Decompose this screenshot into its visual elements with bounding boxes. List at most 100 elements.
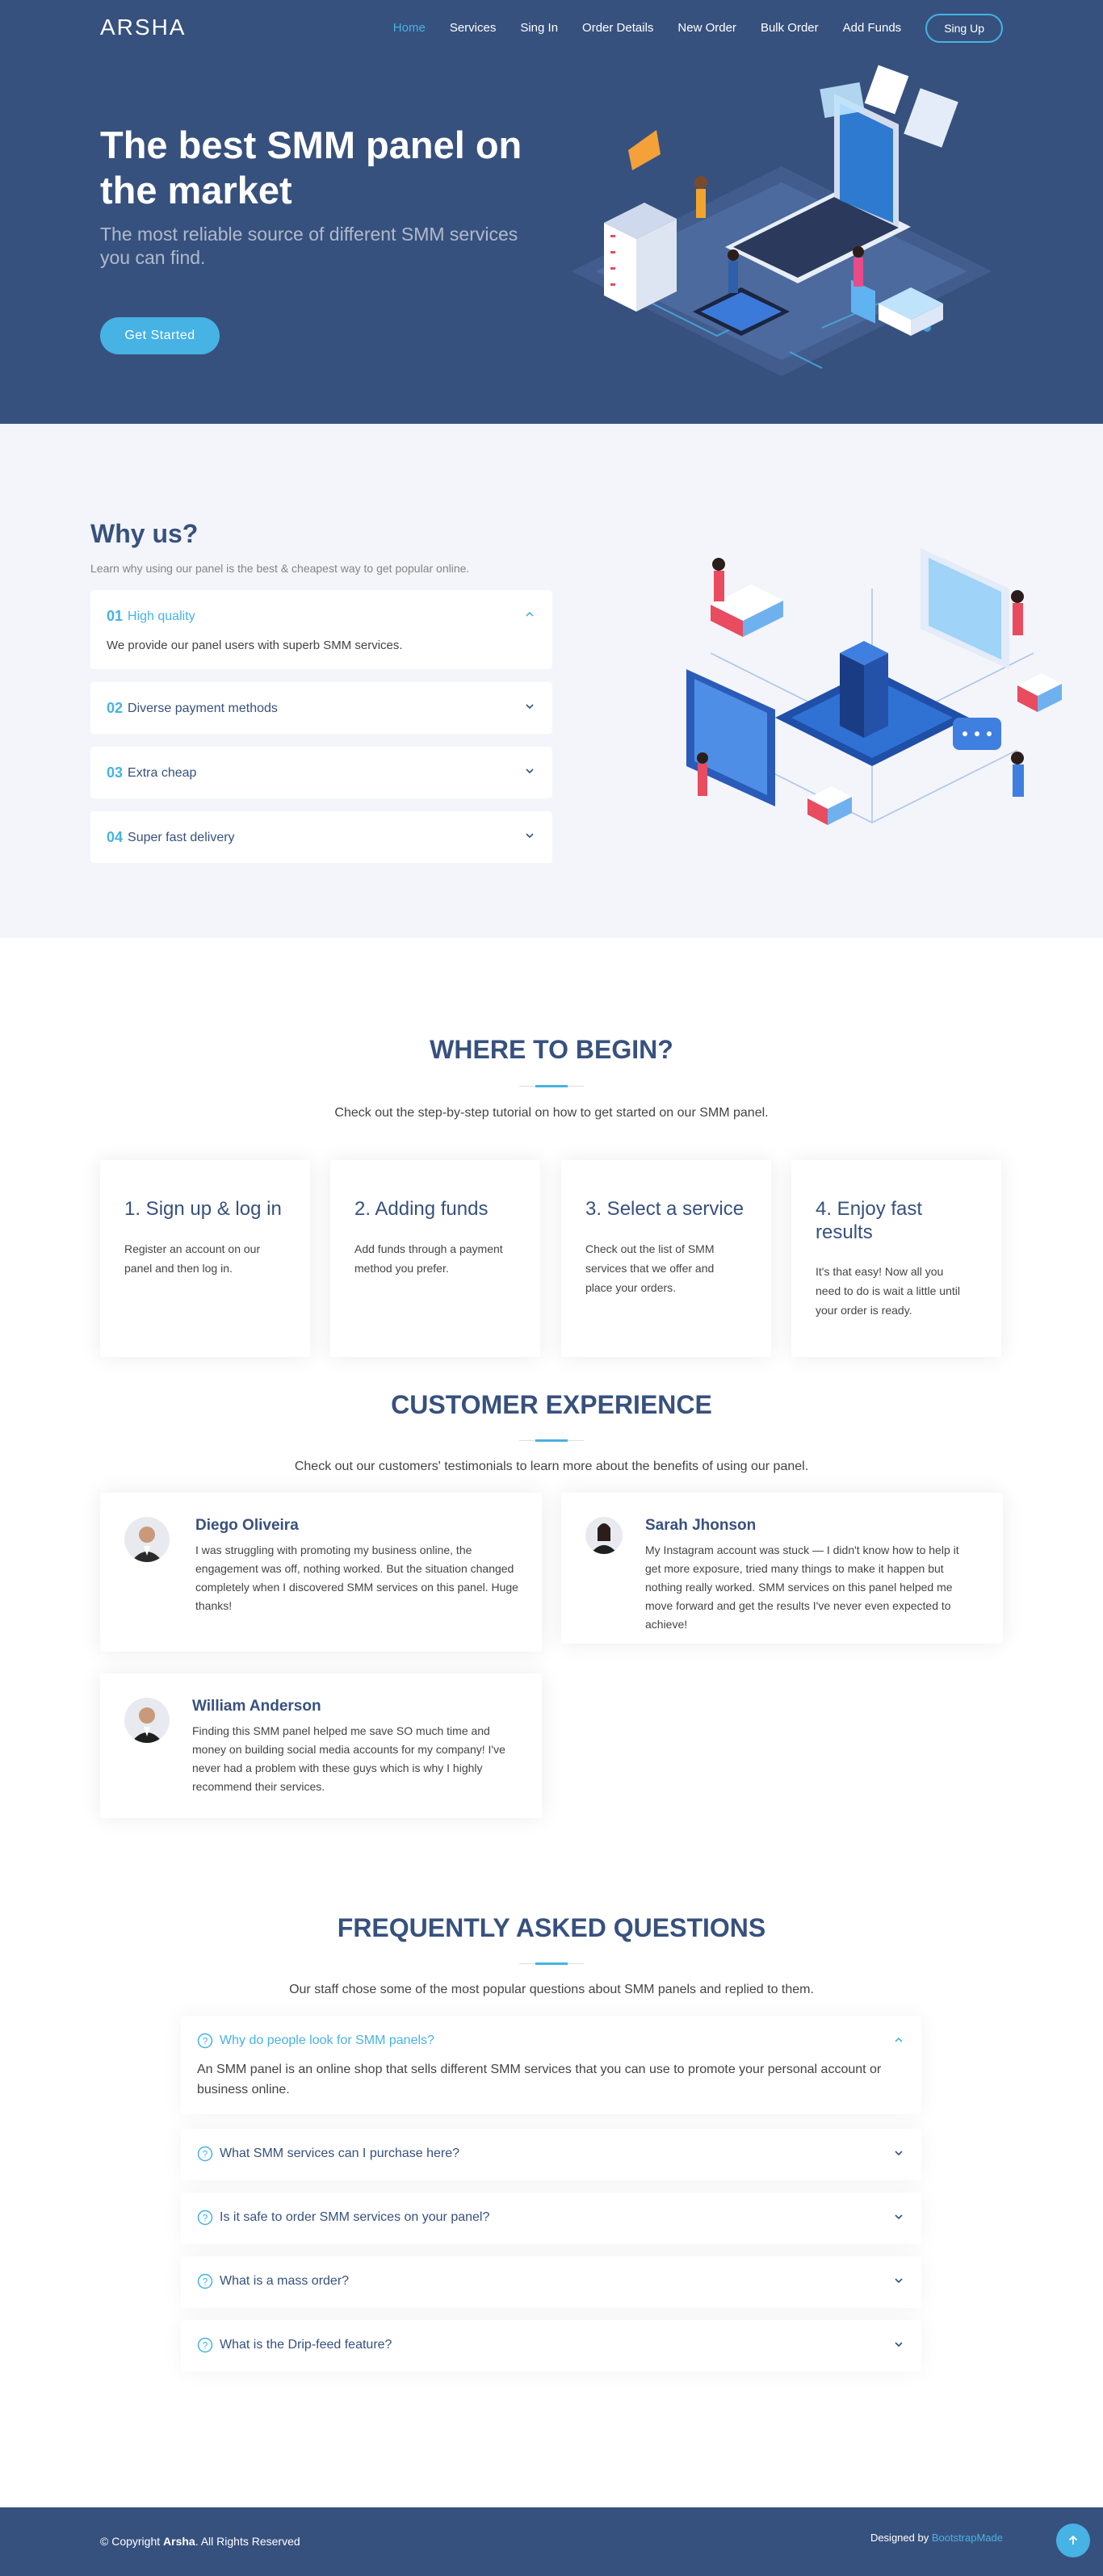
testimonial-name: Diego Oliveira xyxy=(195,1517,299,1534)
faq-question: What is the Drip-feed feature? xyxy=(220,2338,392,2352)
step-body: Register an account on our panel and the… xyxy=(124,1242,261,1275)
step-card-4: 4. Enjoy fast results It's that easy! No… xyxy=(791,1160,1001,1357)
site-footer: © Copyright Arsha. All Rights Reserved D… xyxy=(0,2507,1103,2576)
title-divider xyxy=(519,1962,584,1965)
nav-add-funds[interactable]: Add Funds xyxy=(819,13,902,43)
nav-bulk-order[interactable]: Bulk Order xyxy=(736,13,819,43)
why-item-title: Super fast delivery xyxy=(128,830,235,844)
hero-section: The best SMM panel on the market The mos… xyxy=(0,0,1103,424)
step-card-2: 2. Adding funds Add funds through a paym… xyxy=(330,1160,540,1357)
customer-experience-desc: Check out our customers' testimonials to… xyxy=(294,1460,809,1473)
site-header: ARSHA Home Services Sing In Order Detail… xyxy=(0,0,1103,58)
hero-illustration xyxy=(572,65,992,376)
logo[interactable]: ARSHA xyxy=(100,15,186,40)
avatar xyxy=(124,1698,170,1743)
step-title: 2. Adding funds xyxy=(354,1198,489,1220)
step-title: 3. Select a service xyxy=(585,1198,744,1220)
main-nav: Home Services Sing In Order Details New … xyxy=(369,13,1003,43)
chevron-down-icon[interactable] xyxy=(525,702,535,711)
title-divider xyxy=(519,1085,584,1087)
copyright-brand: Arsha xyxy=(163,2535,195,2548)
where-to-begin-section: WHERE TO BEGIN? Check out the step-by-st… xyxy=(0,938,1103,1390)
hero-title: The best SMM panel on the market xyxy=(100,124,522,212)
arrow-up-icon xyxy=(1068,2535,1078,2545)
testimonial-text: My Instagram account was stuck — I didn'… xyxy=(645,1544,959,1631)
chevron-up-icon[interactable] xyxy=(525,609,535,619)
step-card-3: 3. Select a service Check out the list o… xyxy=(561,1160,771,1357)
testimonial-name: William Anderson xyxy=(192,1698,321,1715)
why-item-body: We provide our panel users with superb S… xyxy=(107,639,403,652)
svg-text:?: ? xyxy=(203,2149,208,2160)
customer-experience-title: CUSTOMER EXPERIENCE xyxy=(391,1390,712,1419)
step-title: 4. Enjoy fast results xyxy=(816,1198,923,1243)
why-item-number: 02 xyxy=(107,700,124,716)
where-to-begin-title: WHERE TO BEGIN? xyxy=(430,1035,673,1064)
testimonial-text: I was struggling with promoting my busin… xyxy=(195,1544,518,1612)
chevron-up-icon[interactable] xyxy=(894,2035,904,2045)
where-to-begin-desc: Check out the step-by-step tutorial on h… xyxy=(334,1106,769,1120)
faq-question: What is a mass order? xyxy=(220,2274,350,2288)
faq-section: FREQUENTLY ASKED QUESTIONS Our staff cho… xyxy=(0,1913,1103,2507)
why-item-title: High quality xyxy=(128,609,195,623)
credits: Designed by BootstrapMade xyxy=(870,2532,1003,2544)
faq-item-1[interactable]: ? Why do people look for SMM panels? An … xyxy=(181,2016,921,2114)
nav-services[interactable]: Services xyxy=(426,13,497,43)
why-item-1[interactable]: 01 High quality We provide our panel use… xyxy=(90,590,552,669)
help-circle-icon: ? xyxy=(197,2146,213,2162)
testimonial-card: Sarah Jhonson My Instagram account was s… xyxy=(561,1493,1003,1644)
back-to-top-button[interactable] xyxy=(1056,2524,1090,2557)
customer-experience-section: CUSTOMER EXPERIENCE Check out our custom… xyxy=(0,1390,1103,1913)
nav-sign-in[interactable]: Sing In xyxy=(496,13,558,43)
title-divider xyxy=(519,1439,584,1442)
hero-subtitle: The most reliable source of different SM… xyxy=(100,224,518,268)
copyright: © Copyright Arsha. All Rights Reserved xyxy=(100,2535,300,2548)
why-item-number: 04 xyxy=(107,829,124,845)
help-circle-icon: ? xyxy=(197,2273,213,2289)
why-us-section: Why us? Learn why using our panel is the… xyxy=(0,424,1103,938)
faq-answer: An SMM panel is an online shop that sell… xyxy=(197,2063,882,2096)
faq-item-4[interactable]: ? What is a mass order? xyxy=(181,2256,921,2308)
faq-item-5[interactable]: ? What is the Drip-feed feature? xyxy=(181,2320,921,2372)
help-circle-icon: ? xyxy=(197,2209,213,2226)
why-us-subtitle: Learn why using our panel is the best & … xyxy=(90,562,470,575)
why-item-number: 03 xyxy=(107,764,124,781)
chevron-down-icon[interactable] xyxy=(525,831,535,840)
step-card-1: 1. Sign up & log in Register an account … xyxy=(100,1160,310,1357)
chevron-down-icon[interactable] xyxy=(894,2276,904,2285)
help-circle-icon: ? xyxy=(197,2033,213,2049)
svg-text:?: ? xyxy=(203,2036,208,2047)
avatar xyxy=(124,1517,170,1562)
nav-home[interactable]: Home xyxy=(369,13,426,43)
get-started-button[interactable]: Get Started xyxy=(100,317,220,354)
why-item-title: Extra cheap xyxy=(128,765,197,780)
sign-up-button[interactable]: Sing Up xyxy=(925,13,1003,43)
chevron-down-icon[interactable] xyxy=(894,2339,904,2349)
faq-question: Is it safe to order SMM services on your… xyxy=(220,2210,490,2224)
faq-item-3[interactable]: ? Is it safe to order SMM services on yo… xyxy=(181,2193,921,2244)
svg-text:?: ? xyxy=(203,2213,208,2224)
nav-new-order[interactable]: New Order xyxy=(653,13,736,43)
why-item-2[interactable]: 02 Diverse payment methods xyxy=(90,682,552,734)
why-us-illustration xyxy=(686,548,1062,825)
chevron-down-icon[interactable] xyxy=(525,766,535,776)
why-item-3[interactable]: 03 Extra cheap xyxy=(90,747,552,798)
faq-title: FREQUENTLY ASKED QUESTIONS xyxy=(337,1913,766,1942)
faq-question: What SMM services can I purchase here? xyxy=(220,2147,460,2160)
credits-link[interactable]: BootstrapMade xyxy=(932,2532,1003,2544)
avatar xyxy=(585,1517,623,1554)
faq-item-2[interactable]: ? What SMM services can I purchase here? xyxy=(181,2129,921,2180)
testimonial-card: Diego Oliveira I was struggling with pro… xyxy=(100,1493,542,1652)
svg-text:?: ? xyxy=(203,2277,208,2288)
faq-question: Why do people look for SMM panels? xyxy=(220,2034,434,2047)
why-item-4[interactable]: 04 Super fast delivery xyxy=(90,811,552,863)
chevron-down-icon[interactable] xyxy=(894,2148,904,2158)
chevron-down-icon[interactable] xyxy=(894,2212,904,2222)
svg-text:?: ? xyxy=(203,2340,208,2352)
step-title: 1. Sign up & log in xyxy=(124,1198,282,1220)
step-body: It's that easy! Now all you need to do i… xyxy=(816,1265,960,1317)
why-item-title: Diverse payment methods xyxy=(128,701,278,715)
testimonial-name: Sarah Jhonson xyxy=(645,1517,757,1534)
nav-order-details[interactable]: Order Details xyxy=(558,13,653,43)
faq-desc: Our staff chose some of the most popular… xyxy=(289,1983,814,1996)
step-body: Check out the list of SMM services that … xyxy=(585,1242,715,1294)
